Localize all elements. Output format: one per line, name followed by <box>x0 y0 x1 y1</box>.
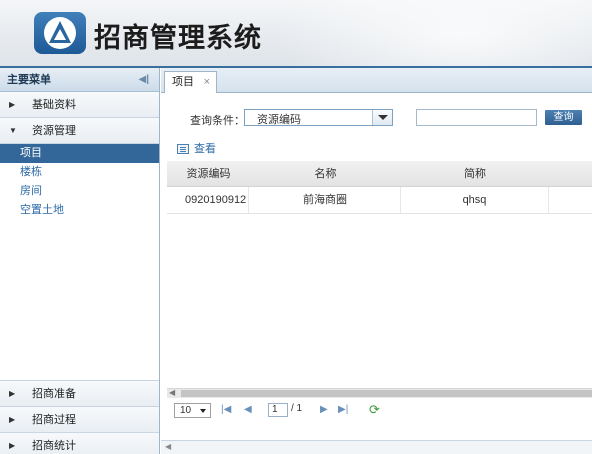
view-label: 查看 <box>194 143 216 155</box>
sidebar-group-label: 资源管理 <box>32 125 76 137</box>
sidebar-item-room[interactable]: 房间 <box>0 182 159 201</box>
horizontal-scrollbar[interactable]: ◀ <box>167 388 592 398</box>
caret-right-icon: ▶ <box>9 415 16 424</box>
sidebar-group-label: 招商统计 <box>32 440 76 452</box>
sidebar-group-process[interactable]: ▶ 招商过程 <box>0 406 159 432</box>
refresh-icon[interactable]: ⟳ <box>369 402 380 418</box>
scroll-left-icon[interactable]: ◀ <box>165 442 171 451</box>
view-list-icon <box>177 144 189 154</box>
sidebar: 主要菜单 ◀| ▶ 基础资料 ▼ 资源管理 项目 楼栋 房间 空置土地 ▶ 招商… <box>0 68 160 454</box>
app-logo <box>34 12 86 54</box>
next-page-icon[interactable]: ▶ <box>320 404 328 415</box>
tab-label: 项目 <box>172 76 194 88</box>
sidebar-title: 主要菜单 <box>7 74 51 86</box>
table-cell: qhsq <box>401 187 549 213</box>
query-condition-label: 查询条件： <box>190 115 245 127</box>
column-header[interactable]: 资源编码 <box>167 161 250 186</box>
table-cell: 0920190912 <box>167 187 249 213</box>
caret-right-icon: ▶ <box>9 389 16 398</box>
sidebar-bottom-groups: ▶ 招商准备 ▶ 招商过程 ▶ 招商统计 <box>0 380 159 454</box>
main-panel: 项目 × 查询条件： 资源编码 查询 查看 资源编码 名称 简称 0920190… <box>161 68 592 454</box>
sidebar-group-label: 基础资料 <box>32 99 76 111</box>
scroll-left-icon[interactable]: ◀ <box>169 388 175 397</box>
first-page-icon[interactable]: |◀ <box>221 404 231 415</box>
grid-header: 资源编码 名称 简称 <box>167 161 592 187</box>
caret-right-icon: ▶ <box>9 441 16 450</box>
bottom-scroll-strip: ◀ <box>161 440 592 454</box>
caret-right-icon: ▶ <box>9 100 16 109</box>
table-cell: 前海商圈 <box>250 187 401 213</box>
page-number-input[interactable]: 1 <box>268 403 288 417</box>
prev-page-icon[interactable]: ◀ <box>244 404 252 415</box>
sidebar-item-project[interactable]: 项目 <box>0 144 159 163</box>
sidebar-group-label: 招商准备 <box>32 388 76 400</box>
query-button[interactable]: 查询 <box>545 110 582 125</box>
sidebar-group-prep[interactable]: ▶ 招商准备 <box>0 380 159 406</box>
page-size-select[interactable]: 10 <box>174 403 211 418</box>
sidebar-item-building[interactable]: 楼栋 <box>0 163 159 182</box>
tab-bar: 项目 × <box>161 68 592 93</box>
sidebar-header: 主要菜单 ◀| <box>0 68 159 92</box>
column-header[interactable]: 简称 <box>401 161 549 186</box>
scrollbar-thumb[interactable] <box>181 390 592 397</box>
tab-project[interactable]: 项目 × <box>164 71 217 93</box>
query-input[interactable] <box>416 109 537 126</box>
caret-down-icon: ▼ <box>9 126 17 135</box>
last-page-icon[interactable]: ▶| <box>338 404 348 415</box>
table-row[interactable]: 0920190912 前海商圈 qhsq <box>167 187 592 214</box>
data-grid: 资源编码 名称 简称 0920190912 前海商圈 qhsq <box>167 161 592 214</box>
triangle-logo-icon <box>44 17 76 49</box>
sidebar-item-vacant-land[interactable]: 空置土地 <box>0 201 159 220</box>
sidebar-group-basic-data[interactable]: ▶ 基础资料 <box>0 92 159 118</box>
collapse-sidebar-icon[interactable]: ◀| <box>139 68 150 92</box>
column-header[interactable]: 名称 <box>250 161 401 186</box>
close-tab-icon[interactable]: × <box>204 72 210 92</box>
app-header: 招商管理系统 <box>0 0 592 66</box>
header-sheen <box>272 0 592 66</box>
query-field-select[interactable]: 资源编码 <box>244 109 393 126</box>
sidebar-group-statistics[interactable]: ▶ 招商统计 <box>0 432 159 454</box>
app-title: 招商管理系统 <box>94 23 262 54</box>
query-field-value: 资源编码 <box>257 114 301 126</box>
pagination-bar: 10 |◀ ◀ 1 / 1 ▶ ▶| ⟳ <box>167 400 592 422</box>
sidebar-group-label: 招商过程 <box>32 414 76 426</box>
chevron-down-icon[interactable] <box>372 110 392 125</box>
view-button[interactable]: 查看 <box>177 142 216 156</box>
page-total: / 1 <box>291 403 303 414</box>
sidebar-group-resource-management[interactable]: ▼ 资源管理 <box>0 118 159 144</box>
